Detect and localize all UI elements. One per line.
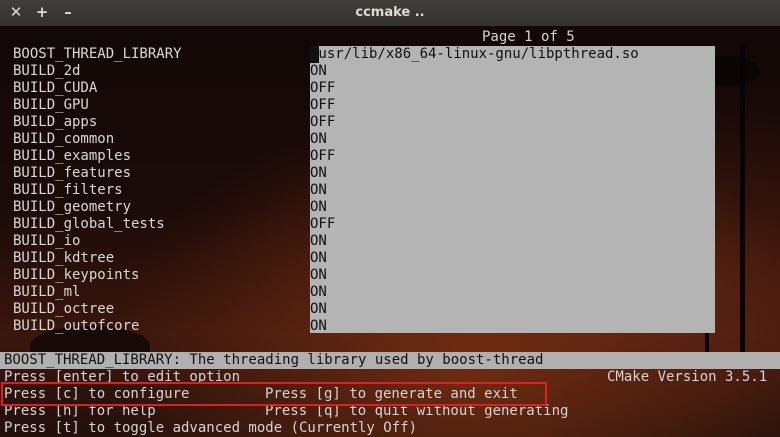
variable-name[interactable]: BUILD_kdtree — [13, 250, 114, 267]
variable-value[interactable]: OFF — [310, 216, 335, 233]
value-panel — [310, 46, 715, 333]
variable-name[interactable]: BUILD_filters — [13, 182, 123, 199]
variable-name[interactable]: BUILD_features — [13, 165, 131, 182]
variable-value[interactable]: ON — [310, 182, 327, 199]
window-title: ccmake .. — [355, 5, 425, 20]
variable-name[interactable]: BUILD_examples — [13, 148, 131, 165]
page-indicator: Page 1 of 5 — [482, 29, 575, 45]
variable-name[interactable]: BUILD_common — [13, 131, 114, 148]
variable-name[interactable]: BUILD_ml — [13, 284, 80, 301]
variable-value[interactable]: ON — [310, 301, 327, 318]
variable-name[interactable]: BUILD_geometry — [13, 199, 131, 216]
title-bar: ✕ + – ccmake .. — [0, 0, 780, 27]
palm-tree-silhouette — [740, 46, 745, 356]
variable-value[interactable]: ON — [310, 131, 327, 148]
variable-name[interactable]: BUILD_io — [13, 233, 80, 250]
variable-value[interactable]: ON — [310, 63, 327, 80]
variable-value[interactable]: ON — [310, 267, 327, 284]
variable-name[interactable]: BUILD_outofcore — [13, 318, 139, 335]
variable-value[interactable]: ON — [310, 165, 327, 182]
variable-value[interactable]: OFF — [310, 97, 335, 114]
variable-value[interactable]: ON — [310, 284, 327, 301]
variable-value[interactable]: ON — [310, 250, 327, 267]
variable-name[interactable]: BUILD_CUDA — [13, 80, 97, 97]
text-cursor — [310, 46, 319, 63]
variable-value[interactable]: ON — [310, 318, 327, 335]
variable-name[interactable]: BUILD_apps — [13, 114, 97, 131]
toggle-advanced-hint: Press [t] to toggle advanced mode (Curre… — [4, 420, 418, 436]
variable-name[interactable]: BOOST_THREAD_LIBRARY — [13, 46, 182, 63]
variable-value[interactable]: /usr/lib/x86_64-linux-gnu/libpthread.so — [310, 46, 639, 63]
highlight-box — [1, 382, 547, 406]
variable-name[interactable]: BUILD_2d — [13, 63, 80, 80]
variable-name[interactable]: BUILD_global_tests — [13, 216, 165, 233]
variable-name[interactable]: BUILD_keypoints — [13, 267, 139, 284]
variable-name[interactable]: BUILD_GPU — [13, 97, 89, 114]
terminal-area[interactable]: Page 1 of 5 BOOST_THREAD_LIBRARY/usr/lib… — [0, 26, 780, 437]
help-description: BOOST_THREAD_LIBRARY: The threading libr… — [4, 352, 544, 368]
variable-value[interactable]: OFF — [310, 114, 335, 131]
variable-value[interactable]: OFF — [310, 80, 335, 97]
cmake-version: CMake Version 3.5.1 — [607, 369, 768, 385]
variable-value[interactable]: ON — [310, 199, 327, 216]
variable-value[interactable]: ON — [310, 233, 327, 250]
variable-value[interactable]: OFF — [310, 148, 335, 165]
variable-name[interactable]: BUILD_octree — [13, 301, 114, 318]
